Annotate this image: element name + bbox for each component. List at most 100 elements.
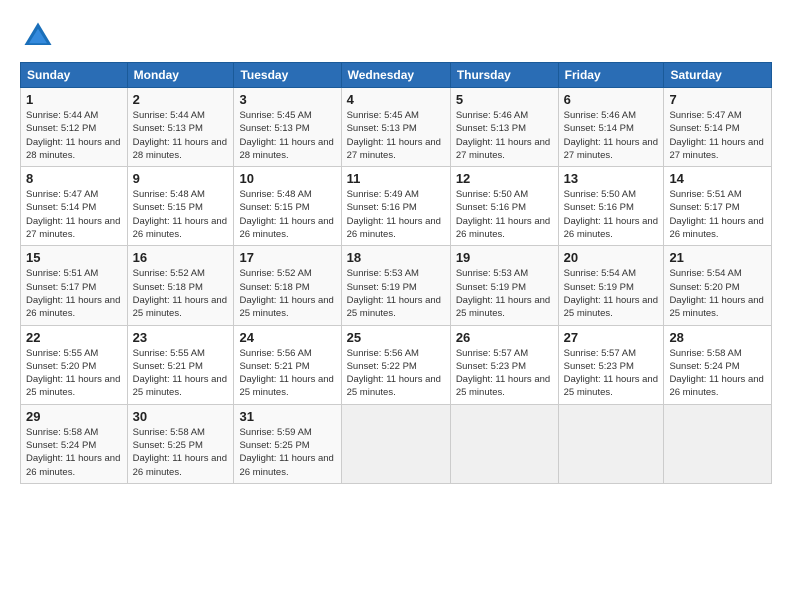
calendar-cell: 6Sunrise: 5:46 AM Sunset: 5:14 PM Daylig…	[558, 88, 664, 167]
day-number: 16	[133, 250, 229, 265]
calendar-cell	[341, 404, 450, 483]
calendar-cell: 2 Sunrise: 5:44 AM Sunset: 5:13 PM Daylig…	[127, 88, 234, 167]
calendar-cell: 21 Sunrise: 5:54 AM Sunset: 5:20 PM Dayli…	[664, 246, 772, 325]
day-number: 13	[564, 171, 659, 186]
day-info: Sunrise: 5:53 AM Sunset: 5:19 PM Dayligh…	[456, 267, 553, 320]
day-info: Sunrise: 5:45 AM Sunset: 5:13 PM Dayligh…	[239, 109, 335, 162]
calendar-cell: 5 Sunrise: 5:46 AM Sunset: 5:13 PM Daylig…	[450, 88, 558, 167]
day-number: 19	[456, 250, 553, 265]
day-info: Sunrise: 5:46 AM Sunset: 5:13 PM Dayligh…	[456, 109, 553, 162]
day-info: Sunrise: 5:58 AM Sunset: 5:25 PM Dayligh…	[133, 426, 229, 479]
day-number: 24	[239, 330, 335, 345]
day-number: 2	[133, 92, 229, 107]
day-info: Sunrise: 5:44 AM Sunset: 5:12 PM Dayligh…	[26, 109, 122, 162]
day-number: 29	[26, 409, 122, 424]
day-number: 9	[133, 171, 229, 186]
day-number: 18	[347, 250, 445, 265]
calendar-cell: 29 Sunrise: 5:58 AM Sunset: 5:24 PM Dayli…	[21, 404, 128, 483]
day-info: Sunrise: 5:53 AM Sunset: 5:19 PM Dayligh…	[347, 267, 445, 320]
calendar-cell: 14Sunrise: 5:51 AM Sunset: 5:17 PM Dayli…	[664, 167, 772, 246]
day-info: Sunrise: 5:51 AM Sunset: 5:17 PM Dayligh…	[26, 267, 122, 320]
day-number: 3	[239, 92, 335, 107]
calendar-cell: 31 Sunrise: 5:59 AM Sunset: 5:25 PM Dayli…	[234, 404, 341, 483]
day-info: Sunrise: 5:54 AM Sunset: 5:19 PM Dayligh…	[564, 267, 659, 320]
day-number: 12	[456, 171, 553, 186]
day-number: 7	[669, 92, 766, 107]
day-info: Sunrise: 5:52 AM Sunset: 5:18 PM Dayligh…	[239, 267, 335, 320]
header	[20, 18, 772, 54]
calendar-week-2: 8Sunrise: 5:47 AM Sunset: 5:14 PM Daylig…	[21, 167, 772, 246]
day-number: 31	[239, 409, 335, 424]
day-info: Sunrise: 5:44 AM Sunset: 5:13 PM Dayligh…	[133, 109, 229, 162]
page: SundayMondayTuesdayWednesdayThursdayFrid…	[0, 0, 792, 494]
day-info: Sunrise: 5:54 AM Sunset: 5:20 PM Dayligh…	[669, 267, 766, 320]
calendar-week-5: 29 Sunrise: 5:58 AM Sunset: 5:24 PM Dayli…	[21, 404, 772, 483]
calendar-cell: 20Sunrise: 5:54 AM Sunset: 5:19 PM Dayli…	[558, 246, 664, 325]
day-number: 4	[347, 92, 445, 107]
day-number: 17	[239, 250, 335, 265]
day-number: 8	[26, 171, 122, 186]
calendar-week-4: 22 Sunrise: 5:55 AM Sunset: 5:20 PM Dayli…	[21, 325, 772, 404]
calendar-cell: 1 Sunrise: 5:44 AM Sunset: 5:12 PM Daylig…	[21, 88, 128, 167]
day-info: Sunrise: 5:47 AM Sunset: 5:14 PM Dayligh…	[669, 109, 766, 162]
calendar-cell: 8Sunrise: 5:47 AM Sunset: 5:14 PM Daylig…	[21, 167, 128, 246]
day-number: 30	[133, 409, 229, 424]
day-number: 1	[26, 92, 122, 107]
day-number: 21	[669, 250, 766, 265]
calendar-cell: 25 Sunrise: 5:56 AM Sunset: 5:22 PM Dayli…	[341, 325, 450, 404]
day-info: Sunrise: 5:49 AM Sunset: 5:16 PM Dayligh…	[347, 188, 445, 241]
calendar-header-saturday: Saturday	[664, 63, 772, 88]
calendar-cell: 11 Sunrise: 5:49 AM Sunset: 5:16 PM Dayli…	[341, 167, 450, 246]
calendar-week-1: 1 Sunrise: 5:44 AM Sunset: 5:12 PM Daylig…	[21, 88, 772, 167]
day-info: Sunrise: 5:56 AM Sunset: 5:22 PM Dayligh…	[347, 347, 445, 400]
day-number: 23	[133, 330, 229, 345]
day-number: 25	[347, 330, 445, 345]
calendar-cell: 22 Sunrise: 5:55 AM Sunset: 5:20 PM Dayli…	[21, 325, 128, 404]
calendar-cell: 23 Sunrise: 5:55 AM Sunset: 5:21 PM Dayli…	[127, 325, 234, 404]
day-info: Sunrise: 5:57 AM Sunset: 5:23 PM Dayligh…	[564, 347, 659, 400]
day-number: 11	[347, 171, 445, 186]
calendar-cell: 12Sunrise: 5:50 AM Sunset: 5:16 PM Dayli…	[450, 167, 558, 246]
calendar-cell: 9 Sunrise: 5:48 AM Sunset: 5:15 PM Daylig…	[127, 167, 234, 246]
day-info: Sunrise: 5:58 AM Sunset: 5:24 PM Dayligh…	[669, 347, 766, 400]
calendar-header-friday: Friday	[558, 63, 664, 88]
calendar-header-sunday: Sunday	[21, 63, 128, 88]
calendar-cell: 26 Sunrise: 5:57 AM Sunset: 5:23 PM Dayli…	[450, 325, 558, 404]
logo-icon	[20, 18, 56, 54]
day-info: Sunrise: 5:55 AM Sunset: 5:20 PM Dayligh…	[26, 347, 122, 400]
day-info: Sunrise: 5:45 AM Sunset: 5:13 PM Dayligh…	[347, 109, 445, 162]
day-number: 27	[564, 330, 659, 345]
calendar-cell	[450, 404, 558, 483]
calendar-header-tuesday: Tuesday	[234, 63, 341, 88]
day-info: Sunrise: 5:51 AM Sunset: 5:17 PM Dayligh…	[669, 188, 766, 241]
day-number: 22	[26, 330, 122, 345]
day-info: Sunrise: 5:55 AM Sunset: 5:21 PM Dayligh…	[133, 347, 229, 400]
day-number: 5	[456, 92, 553, 107]
calendar-header-monday: Monday	[127, 63, 234, 88]
day-info: Sunrise: 5:59 AM Sunset: 5:25 PM Dayligh…	[239, 426, 335, 479]
calendar: SundayMondayTuesdayWednesdayThursdayFrid…	[20, 62, 772, 484]
calendar-header-wednesday: Wednesday	[341, 63, 450, 88]
day-info: Sunrise: 5:52 AM Sunset: 5:18 PM Dayligh…	[133, 267, 229, 320]
day-number: 10	[239, 171, 335, 186]
day-info: Sunrise: 5:48 AM Sunset: 5:15 PM Dayligh…	[133, 188, 229, 241]
calendar-cell: 18 Sunrise: 5:53 AM Sunset: 5:19 PM Dayli…	[341, 246, 450, 325]
calendar-cell: 17 Sunrise: 5:52 AM Sunset: 5:18 PM Dayli…	[234, 246, 341, 325]
calendar-cell: 30 Sunrise: 5:58 AM Sunset: 5:25 PM Dayli…	[127, 404, 234, 483]
day-info: Sunrise: 5:58 AM Sunset: 5:24 PM Dayligh…	[26, 426, 122, 479]
day-info: Sunrise: 5:46 AM Sunset: 5:14 PM Dayligh…	[564, 109, 659, 162]
day-info: Sunrise: 5:57 AM Sunset: 5:23 PM Dayligh…	[456, 347, 553, 400]
calendar-cell	[664, 404, 772, 483]
calendar-cell: 19 Sunrise: 5:53 AM Sunset: 5:19 PM Dayli…	[450, 246, 558, 325]
calendar-header-row: SundayMondayTuesdayWednesdayThursdayFrid…	[21, 63, 772, 88]
day-number: 26	[456, 330, 553, 345]
calendar-cell	[558, 404, 664, 483]
day-number: 28	[669, 330, 766, 345]
calendar-cell: 4 Sunrise: 5:45 AM Sunset: 5:13 PM Daylig…	[341, 88, 450, 167]
calendar-cell: 16 Sunrise: 5:52 AM Sunset: 5:18 PM Dayli…	[127, 246, 234, 325]
calendar-cell: 15Sunrise: 5:51 AM Sunset: 5:17 PM Dayli…	[21, 246, 128, 325]
day-info: Sunrise: 5:50 AM Sunset: 5:16 PM Dayligh…	[564, 188, 659, 241]
calendar-cell: 13 Sunrise: 5:50 AM Sunset: 5:16 PM Dayli…	[558, 167, 664, 246]
day-info: Sunrise: 5:56 AM Sunset: 5:21 PM Dayligh…	[239, 347, 335, 400]
calendar-week-3: 15Sunrise: 5:51 AM Sunset: 5:17 PM Dayli…	[21, 246, 772, 325]
